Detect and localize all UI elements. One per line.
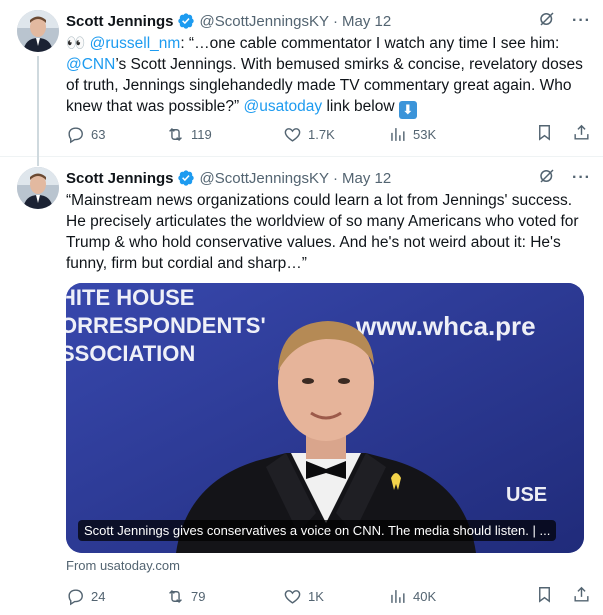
separator-dot: · [332,12,338,30]
tweet[interactable]: Scott Jennings @ScottJenningsKY · May 12… [0,157,603,615]
reply-count: 63 [91,126,106,142]
like-count: 1.7K [308,126,335,142]
reply-button[interactable]: 24 [66,587,166,606]
tweet-date[interactable]: May 12 [342,13,391,30]
heart-icon [284,589,301,604]
views-icon [391,127,405,141]
like-button[interactable]: 1K [283,587,388,606]
tweet-text-segment: link below [322,98,399,115]
reply-icon [68,126,83,143]
down-arrow-emoji: ⬇ [398,101,417,119]
backdrop-text: ORRESPONDENTS' [66,313,266,338]
separator-dot: · [332,169,338,187]
avatar[interactable] [17,167,59,209]
author-name[interactable]: Scott Jennings [66,170,174,187]
reply-count: 24 [91,588,106,604]
backdrop-text: USE [506,484,547,506]
mention-link[interactable]: @CNN [66,56,115,73]
view-count: 53K [413,126,437,142]
tweet-actions: 63 119 1.7K 53K [66,122,591,146]
avatar[interactable] [17,10,59,52]
backdrop-text: SSOCIATION [66,341,195,366]
author-handle[interactable]: @ScottJenningsKY [200,13,329,30]
retweet-button[interactable]: 119 [166,125,283,144]
views-icon [391,589,405,603]
retweet-button[interactable]: 79 [166,587,283,606]
bookmark-icon[interactable] [535,123,554,145]
tweet-actions: 24 79 1K 40K [66,584,591,608]
grok-icon[interactable] [538,10,556,32]
like-count: 1K [308,588,324,604]
thread-line [37,56,39,166]
backdrop-url-text: www.whca.pre [355,311,536,341]
bookmark-icon[interactable] [535,585,554,607]
tweet-header: Scott Jennings @ScottJenningsKY · May 12… [66,167,591,189]
retweet-icon [169,127,182,141]
tweet[interactable]: Scott Jennings @ScottJenningsKY · May 12… [0,0,603,166]
retweet-count: 119 [191,126,212,142]
reply-icon [68,588,83,605]
tweet-header: Scott Jennings @ScottJenningsKY · May 12… [66,10,591,32]
views-button[interactable]: 40K [388,587,508,606]
share-icon[interactable] [572,585,591,607]
views-button[interactable]: 53K [388,125,508,144]
heart-icon [284,127,301,142]
verified-badge-icon [177,169,195,187]
card-source[interactable]: From usatoday.com [66,558,180,573]
more-icon[interactable]: ··· [572,12,591,30]
tweet-text-segment: : “…one cable commentator I watch any ti… [180,35,560,52]
author-name[interactable]: Scott Jennings [66,13,174,30]
reply-button[interactable]: 63 [66,125,166,144]
eyes-emoji: 👀 [66,35,86,52]
retweet-count: 79 [191,588,206,604]
article-photo: HITE HOUSE ORRESPONDENTS' SSOCIATION www… [66,283,584,553]
like-button[interactable]: 1.7K [283,125,388,144]
backdrop-text: HITE HOUSE [66,285,194,310]
tweet-text: 👀 @russell_nm: “…one cable commentator I… [66,33,591,119]
mention-link[interactable]: @russell_nm [90,35,181,52]
card-caption[interactable]: Scott Jennings gives conservatives a voi… [78,520,557,541]
tweet-text: “Mainstream news organizations could lea… [66,192,579,272]
view-count: 40K [413,588,437,604]
more-icon[interactable]: ··· [572,169,591,187]
grok-icon[interactable] [538,167,556,189]
mention-link[interactable]: @usatoday [243,98,322,115]
tweet-date[interactable]: May 12 [342,170,391,187]
share-icon[interactable] [572,123,591,145]
author-handle[interactable]: @ScottJenningsKY [200,170,329,187]
retweet-icon [169,589,182,603]
verified-badge-icon [177,12,195,30]
link-card[interactable]: HITE HOUSE ORRESPONDENTS' SSOCIATION www… [66,283,584,553]
